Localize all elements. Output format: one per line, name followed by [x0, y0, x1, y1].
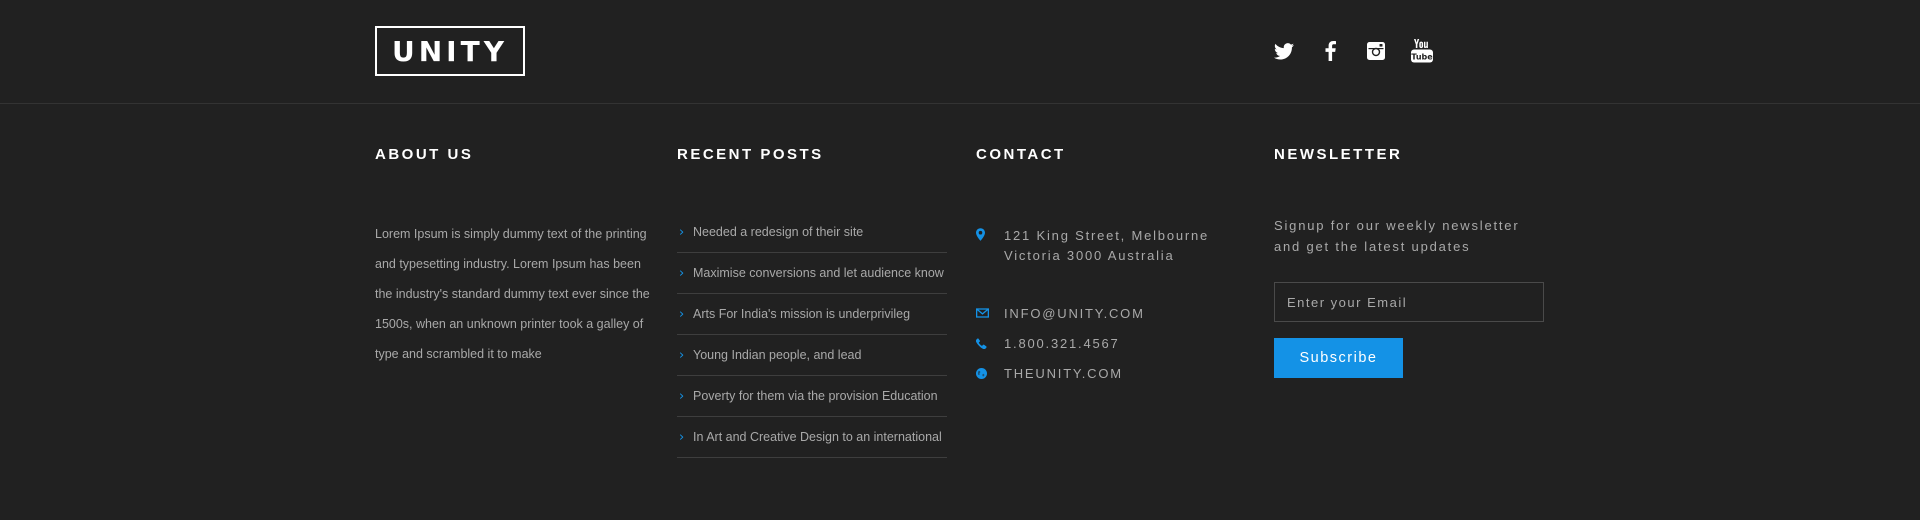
contact-heading: CONTACT [976, 146, 1066, 163]
youtube-icon[interactable]: Tube [1408, 38, 1436, 64]
globe-icon [976, 366, 1004, 379]
newsletter-section: NEWSLETTER Signup for our weekly newslet… [1274, 146, 1546, 378]
facebook-icon[interactable] [1316, 38, 1344, 64]
post-link[interactable]: › In Art and Creative Design to an intern… [677, 417, 947, 458]
twitter-icon[interactable] [1270, 38, 1298, 64]
post-title: Arts For India's mission is underprivile… [693, 307, 911, 321]
chevron-right-icon: › [679, 388, 685, 404]
post-title: Young Indian people, and lead [693, 348, 862, 362]
email-link[interactable]: INFO@UNITY.COM [1004, 306, 1145, 322]
contact-email: INFO@UNITY.COM [976, 306, 1256, 322]
post-title: Poverty for them via the provision Educa… [693, 389, 938, 403]
chevron-right-icon: › [679, 306, 685, 322]
address-line-1: 121 King Street, Melbourne [1004, 228, 1210, 243]
post-title: Maximise conversions and let audience kn… [693, 266, 944, 280]
contact-phone: 1.800.321.4567 [976, 336, 1256, 352]
phone-icon [976, 336, 1004, 349]
contact-section: CONTACT 121 King Street, Melbourne Victo… [976, 146, 1256, 382]
instagram-icon[interactable] [1362, 38, 1390, 64]
subscribe-button[interactable]: Subscribe [1274, 338, 1403, 378]
contact-website: THEUNITY.COM [976, 366, 1256, 382]
footer-topbar: UNITY Tube [0, 0, 1920, 104]
social-links: Tube [1270, 38, 1454, 64]
post-link[interactable]: › Needed a redesign of their site [677, 212, 947, 253]
phone-number[interactable]: 1.800.321.4567 [1004, 336, 1120, 352]
chevron-right-icon: › [679, 265, 685, 281]
email-input[interactable] [1274, 282, 1544, 322]
post-link[interactable]: › Arts For India's mission is underprivil… [677, 294, 947, 335]
recent-posts-list: › Needed a redesign of their site › Maximi… [677, 212, 947, 458]
about-section: ABOUT US Lorem Ipsum is simply dummy tex… [375, 146, 655, 369]
website-link[interactable]: THEUNITY.COM [1004, 366, 1123, 382]
about-text: Lorem Ipsum is simply dummy text of the … [375, 227, 650, 361]
post-title: Needed a redesign of their site [693, 225, 864, 239]
envelope-icon [976, 306, 1004, 318]
chevron-right-icon: › [679, 429, 685, 445]
chevron-right-icon: › [679, 224, 685, 240]
map-pin-icon [976, 226, 1004, 241]
newsletter-description: Signup for our weekly newsletter and get… [1274, 218, 1520, 254]
svg-text:Tube: Tube [1411, 53, 1433, 62]
recent-posts-heading: RECENT POSTS [677, 146, 824, 163]
newsletter-heading: NEWSLETTER [1274, 146, 1403, 163]
about-heading: ABOUT US [375, 146, 474, 163]
post-link[interactable]: › Maximise conversions and let audience k… [677, 253, 947, 294]
post-title: In Art and Creative Design to an interna… [693, 430, 942, 444]
post-link[interactable]: › Young Indian people, and lead [677, 335, 947, 376]
contact-address: 121 King Street, Melbourne Victoria 3000… [976, 226, 1256, 266]
recent-posts-section: RECENT POSTS › Needed a redesign of their… [677, 146, 947, 458]
post-link[interactable]: › Poverty for them via the provision Educ… [677, 376, 947, 417]
logo[interactable]: UNITY [375, 26, 525, 76]
chevron-right-icon: › [679, 347, 685, 363]
address-line-2: Victoria 3000 Australia [1004, 248, 1175, 263]
